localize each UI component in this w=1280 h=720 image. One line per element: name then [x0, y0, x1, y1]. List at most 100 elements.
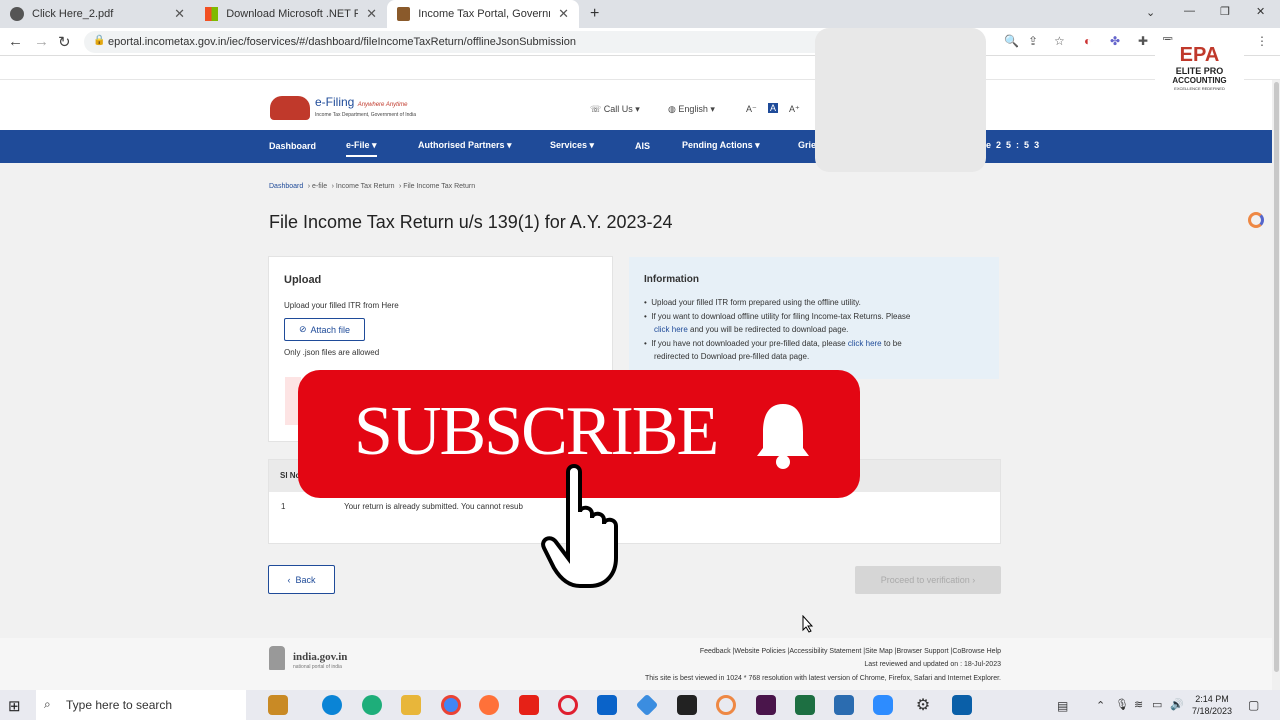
redaction-box	[815, 28, 986, 172]
info-bullet-1: • Upload your filled ITR form prepared u…	[644, 298, 861, 307]
chevron-up-icon[interactable]: ⌃	[1096, 699, 1105, 712]
close-icon[interactable]: ✕	[366, 6, 377, 22]
prefilled-data-link[interactable]: click here	[848, 339, 882, 348]
footer-best-viewed: This site is best viewed in 1024 * 768 r…	[644, 675, 1001, 682]
wifi-icon[interactable]: ≋	[1134, 698, 1143, 711]
microsoft-icon	[205, 7, 219, 21]
paperclip-icon: ⊘	[298, 324, 307, 334]
upload-note: Only .json files are allowed	[284, 348, 380, 357]
mouse-pointer-icon	[802, 615, 814, 633]
breadcrumb-efile[interactable]: e-file	[312, 183, 327, 190]
site-footer	[0, 638, 1272, 690]
logo-subtitle: Income Tax Department, Government of Ind…	[315, 112, 417, 118]
search-icon: ⌕	[44, 697, 51, 711]
tab-search-icon[interactable]: ⌄	[1146, 6, 1155, 19]
firefox-icon[interactable]	[479, 695, 499, 715]
back-arrow-icon[interactable]: ←	[8, 33, 23, 50]
upload-instruction: Upload your filled ITR from Here	[284, 301, 399, 310]
opera-icon[interactable]	[558, 695, 578, 715]
nav-ais[interactable]: AIS	[635, 141, 650, 151]
close-icon[interactable]: ✕	[174, 6, 185, 22]
font-normal-button[interactable]: A	[768, 103, 779, 113]
youtube-icon[interactable]	[519, 695, 539, 715]
volume-icon[interactable]: 🔊	[1170, 698, 1184, 711]
notification-icon[interactable]: ▢	[1248, 698, 1259, 712]
download-utility-link[interactable]: click here	[654, 325, 688, 334]
upload-title: Upload	[284, 274, 322, 286]
table-row-message: Your return is already submitted. You ca…	[344, 502, 523, 511]
close-window-button[interactable]: ✕	[1256, 5, 1265, 18]
monitor-icon[interactable]: ▭	[1152, 698, 1162, 711]
tab-income-tax[interactable]: Income Tax Portal, Government o ✕	[387, 0, 579, 28]
nav-grievances[interactable]: Grie	[798, 140, 816, 150]
new-tab-button[interactable]: +	[590, 5, 599, 23]
tab-title: Click Here_2.pdf	[32, 8, 114, 20]
page-title: File Income Tax Return u/s 139(1) for A.…	[269, 212, 673, 232]
taskbar-clock[interactable]: 2:14 PM 7/18/2023	[1192, 693, 1232, 717]
subscribe-label: SUBSCRIBE	[354, 393, 719, 470]
close-icon[interactable]: ✕	[558, 6, 569, 22]
edge-icon[interactable]	[362, 695, 382, 715]
nav-pending-actions[interactable]: Pending Actions ▾	[682, 140, 760, 151]
tab-pdf[interactable]: Click Here_2.pdf ✕	[0, 0, 195, 28]
extension-icon[interactable]: ◐	[1084, 34, 1091, 48]
minimize-button[interactable]: —	[1184, 5, 1195, 17]
puzzle-icon[interactable]: ✚	[1138, 34, 1148, 48]
call-us-dropdown[interactable]: ☏ Call Us ▾	[590, 104, 640, 115]
nav-authorised-partners[interactable]: Authorised Partners ▾	[418, 140, 512, 151]
settings-gear-icon[interactable]: ⚙	[913, 695, 933, 715]
nav-services[interactable]: Services ▾	[550, 140, 594, 151]
chrome-icon[interactable]	[441, 695, 461, 715]
microphone-icon[interactable]: 🎙	[1115, 698, 1129, 711]
bell-icon	[757, 404, 809, 469]
windows-start-icon[interactable]: ⊞	[8, 697, 21, 715]
breadcrumb-itr[interactable]: Income Tax Return	[336, 183, 395, 190]
font-decrease-button[interactable]: A⁻	[746, 104, 757, 115]
proceed-verification-button[interactable]: Proceed to verification ›	[855, 566, 1001, 594]
language-dropdown[interactable]: ◍ English ▾	[668, 104, 715, 115]
taskbar-app-icon[interactable]	[268, 695, 288, 715]
clickup-icon[interactable]	[716, 695, 736, 715]
forward-arrow-icon[interactable]: →	[34, 33, 49, 50]
info-bullet-3: • If you have not downloaded your pre-fi…	[644, 339, 902, 348]
share-icon[interactable]: ⇪	[1028, 34, 1038, 48]
breadcrumb-dashboard[interactable]: Dashboard	[269, 183, 303, 190]
zoom-icon[interactable]: 🔍	[1004, 34, 1019, 48]
lock-icon: 🔒	[93, 35, 106, 46]
skype-icon[interactable]	[322, 695, 342, 715]
attach-file-button[interactable]: ⊘ Attach file	[284, 318, 365, 341]
efiling-logo[interactable]: e-Filing Anywhere Anytime	[315, 95, 408, 109]
info-bullet-2: • If you want to download offline utilit…	[644, 312, 911, 321]
bookmark-star-icon[interactable]: ☆	[1054, 34, 1065, 48]
reload-icon[interactable]: ↻	[58, 33, 71, 51]
menu-icon[interactable]: ⋮	[1256, 34, 1268, 48]
india-gov-link[interactable]: india.gov.in	[293, 651, 347, 663]
keyboard-icon[interactable]: ▤	[1057, 699, 1068, 713]
file-explorer-icon[interactable]	[401, 695, 421, 715]
url-text: eportal.incometax.gov.in/iec/foservices/…	[108, 36, 576, 48]
outlook-icon[interactable]	[597, 695, 617, 715]
app-icon[interactable]	[834, 695, 854, 715]
hand-cursor-icon	[541, 464, 618, 588]
tab-dotnet[interactable]: Download Microsoft .NET Frame ✕	[195, 0, 387, 28]
footer-links[interactable]: Feedback |Website Policies |Accessibilit…	[700, 648, 1001, 655]
globe-icon	[10, 7, 24, 21]
font-increase-button[interactable]: A⁺	[789, 104, 800, 115]
nav-efile[interactable]: e-File ▾	[346, 140, 377, 157]
nav-dashboard[interactable]: Dashboard	[269, 141, 316, 151]
info-bullet-2-cont: click here and you will be redirected to…	[654, 325, 849, 334]
slack-icon[interactable]	[756, 695, 776, 715]
app-icon[interactable]	[952, 695, 972, 715]
scrollbar-thumb[interactable]	[1274, 82, 1279, 672]
chat-widget-icon[interactable]	[1248, 212, 1264, 228]
taskbar-search-input[interactable]: ⌕ Type here to search	[36, 690, 246, 720]
info-bullet-3-cont: redirected to Download pre-filled data p…	[654, 352, 810, 361]
extension-icon[interactable]: ✤	[1110, 34, 1120, 48]
excel-icon[interactable]	[795, 695, 815, 715]
footer-updated: Last reviewed and updated on : 18-Jul-20…	[864, 661, 1001, 668]
maximize-button[interactable]: ❐	[1220, 5, 1230, 18]
session-timer: e25:53	[986, 140, 1045, 150]
sticky-icon[interactable]	[677, 695, 697, 715]
zoom-icon[interactable]	[873, 695, 893, 715]
back-button[interactable]: ‹ Back	[268, 565, 335, 594]
